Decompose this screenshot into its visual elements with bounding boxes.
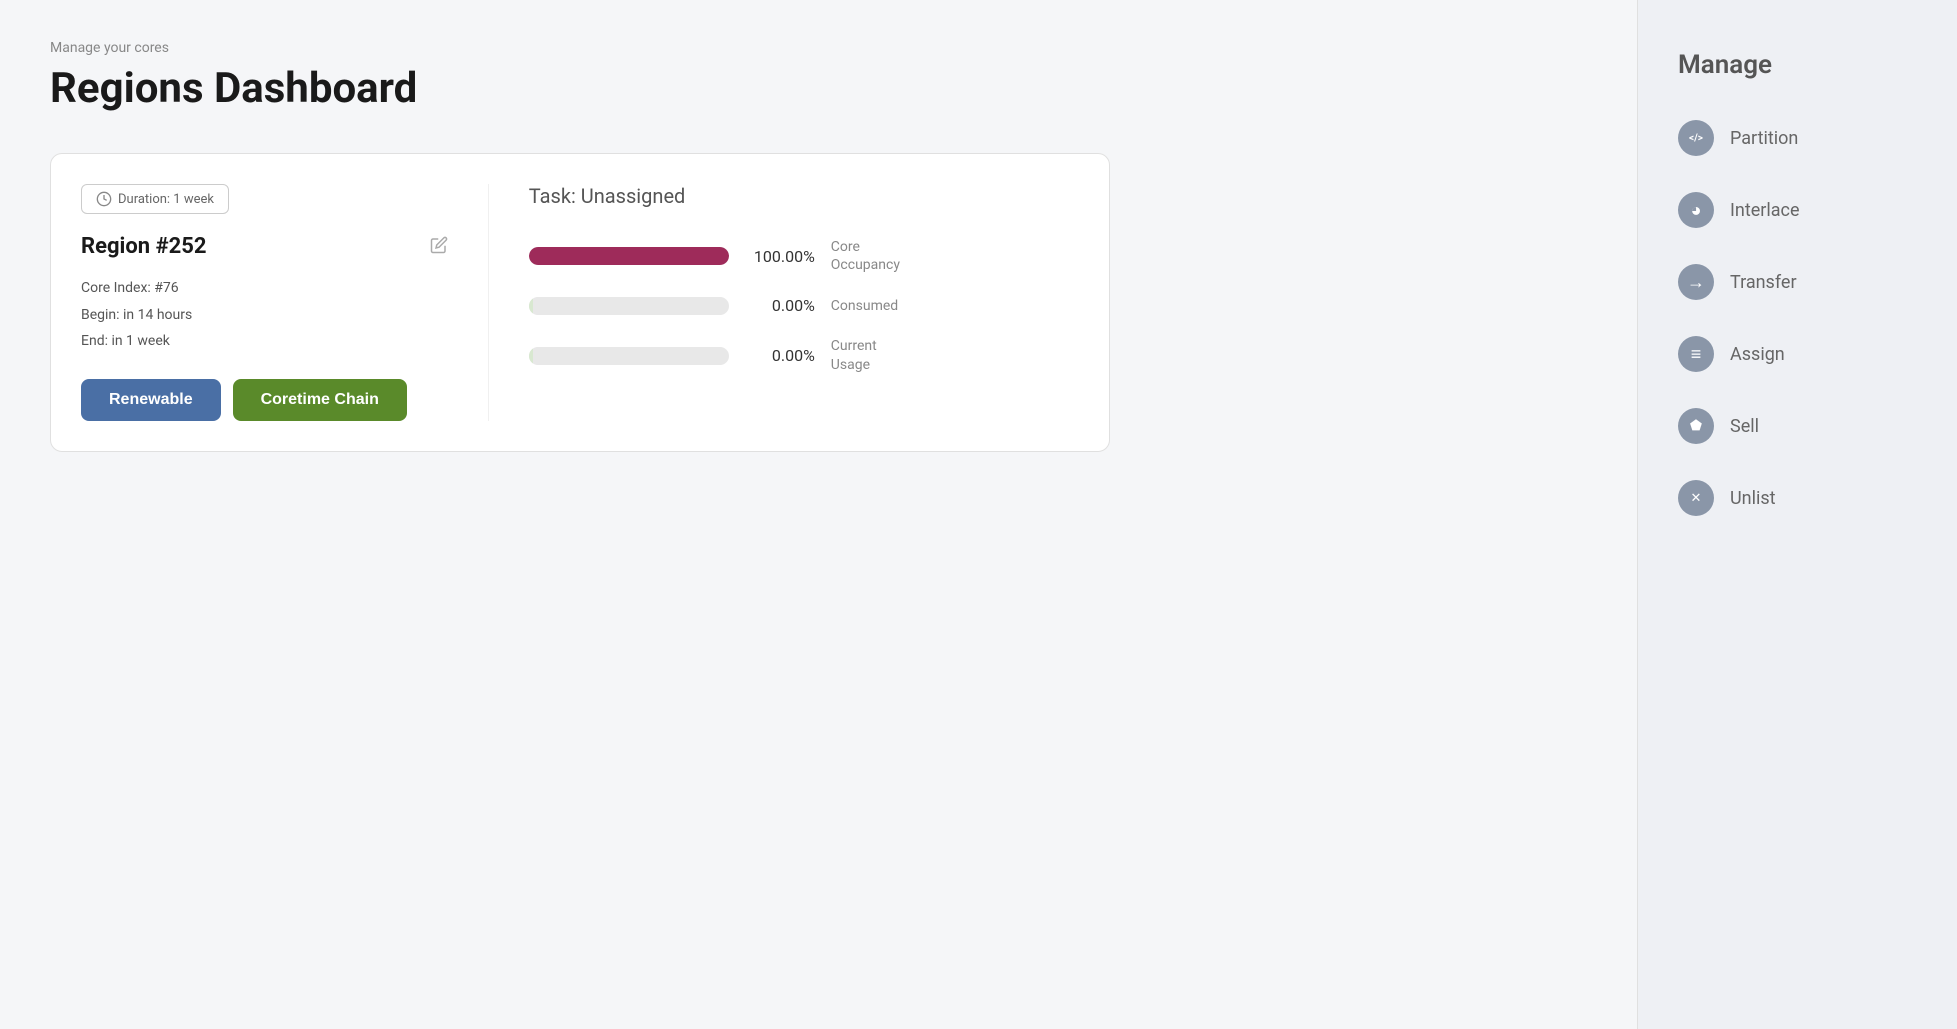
card-left: Duration: 1 week Region #252 Core Index:… (81, 184, 448, 421)
usage-pct: 0.00% (745, 346, 815, 365)
region-info: Core Index: #76 Begin: in 14 hours End: … (81, 275, 448, 355)
page-subtitle: Manage your cores (50, 40, 1587, 56)
core-index: Core Index: #76 (81, 275, 448, 302)
sidebar-item-sell[interactable]: Sell (1678, 408, 1917, 444)
progress-bar-consumed (529, 297, 729, 315)
sidebar-item-unlist[interactable]: Unlist (1678, 480, 1917, 516)
consumed-pct: 0.00% (745, 296, 815, 315)
unlist-label: Unlist (1730, 488, 1776, 509)
usage-label: CurrentUsage (831, 337, 877, 373)
pie-icon (1678, 192, 1714, 228)
progress-fill-occupancy (529, 247, 729, 265)
main-content: Manage your cores Regions Dashboard Dura… (0, 0, 1637, 1029)
occupancy-pct: 100.00% (745, 247, 815, 266)
x-icon (1678, 480, 1714, 516)
metric-row-usage: 0.00% CurrentUsage (529, 337, 1079, 373)
duration-badge: Duration: 1 week (81, 184, 229, 214)
tag-icon (1678, 408, 1714, 444)
sell-label: Sell (1730, 416, 1759, 437)
interlace-label: Interlace (1730, 200, 1800, 221)
region-card: Duration: 1 week Region #252 Core Index:… (50, 153, 1110, 452)
sidebar: Manage Partition Interlace Transfer Assi… (1637, 0, 1957, 1029)
sidebar-item-transfer[interactable]: Transfer (1678, 264, 1917, 300)
end-time: End: in 1 week (81, 328, 448, 355)
edit-icon[interactable] (430, 236, 448, 258)
begin-time: Begin: in 14 hours (81, 302, 448, 329)
task-title: Task: Unassigned (529, 184, 1079, 208)
renewable-button[interactable]: Renewable (81, 379, 221, 421)
progress-bar-occupancy (529, 247, 729, 265)
card-right: Task: Unassigned 100.00% CoreOccupancy 0… (488, 184, 1079, 421)
duration-text: Duration: 1 week (118, 192, 214, 207)
page-title: Regions Dashboard (50, 64, 1587, 113)
sidebar-item-assign[interactable]: Assign (1678, 336, 1917, 372)
btn-row: Renewable Coretime Chain (81, 379, 448, 421)
consumed-label: Consumed (831, 297, 898, 315)
transfer-label: Transfer (1730, 272, 1797, 293)
layers-icon (1678, 336, 1714, 372)
assign-label: Assign (1730, 344, 1785, 365)
region-header: Region #252 (81, 234, 448, 259)
coretime-chain-button[interactable]: Coretime Chain (233, 379, 407, 421)
progress-fill-usage (529, 347, 533, 365)
progress-bar-usage (529, 347, 729, 365)
sidebar-title: Manage (1678, 50, 1917, 80)
region-name: Region #252 (81, 234, 206, 259)
code-icon (1678, 120, 1714, 156)
metric-row-consumed: 0.00% Consumed (529, 296, 1079, 315)
arrow-icon (1678, 264, 1714, 300)
partition-label: Partition (1730, 128, 1798, 149)
sidebar-item-partition[interactable]: Partition (1678, 120, 1917, 156)
progress-fill-consumed (529, 297, 533, 315)
occupancy-label: CoreOccupancy (831, 238, 900, 274)
metric-row-occupancy: 100.00% CoreOccupancy (529, 238, 1079, 274)
clock-icon (96, 191, 112, 207)
sidebar-item-interlace[interactable]: Interlace (1678, 192, 1917, 228)
